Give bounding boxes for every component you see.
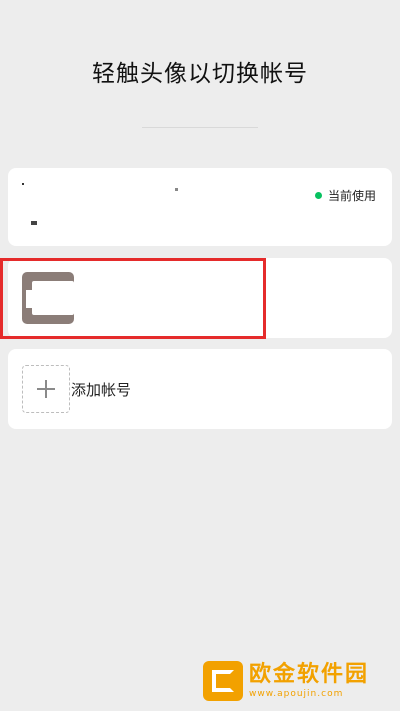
add-account-label: 添加帐号 xyxy=(71,381,132,399)
add-account-card[interactable]: 添加帐号 xyxy=(8,349,392,429)
current-account-card[interactable]: 当前使用 xyxy=(8,168,392,246)
redacted-mark xyxy=(31,221,37,225)
watermark-url: www.apoujin.com xyxy=(249,689,344,699)
highlight-annotation-box xyxy=(0,258,266,339)
current-status-label: 当前使用 xyxy=(327,189,376,203)
watermark-logo-icon xyxy=(203,661,243,701)
plus-icon[interactable] xyxy=(22,365,70,413)
current-status-badge: 当前使用 xyxy=(314,187,376,204)
title-divider xyxy=(142,127,258,128)
redacted-mark xyxy=(22,183,24,185)
redacted-mark xyxy=(175,188,178,191)
status-dot-icon xyxy=(314,192,322,199)
watermark-name: 欧金软件园 xyxy=(249,662,370,687)
page-title: 轻触头像以切换帐号 xyxy=(92,61,308,87)
watermark: 欧金软件园 www.apoujin.com xyxy=(203,661,369,701)
